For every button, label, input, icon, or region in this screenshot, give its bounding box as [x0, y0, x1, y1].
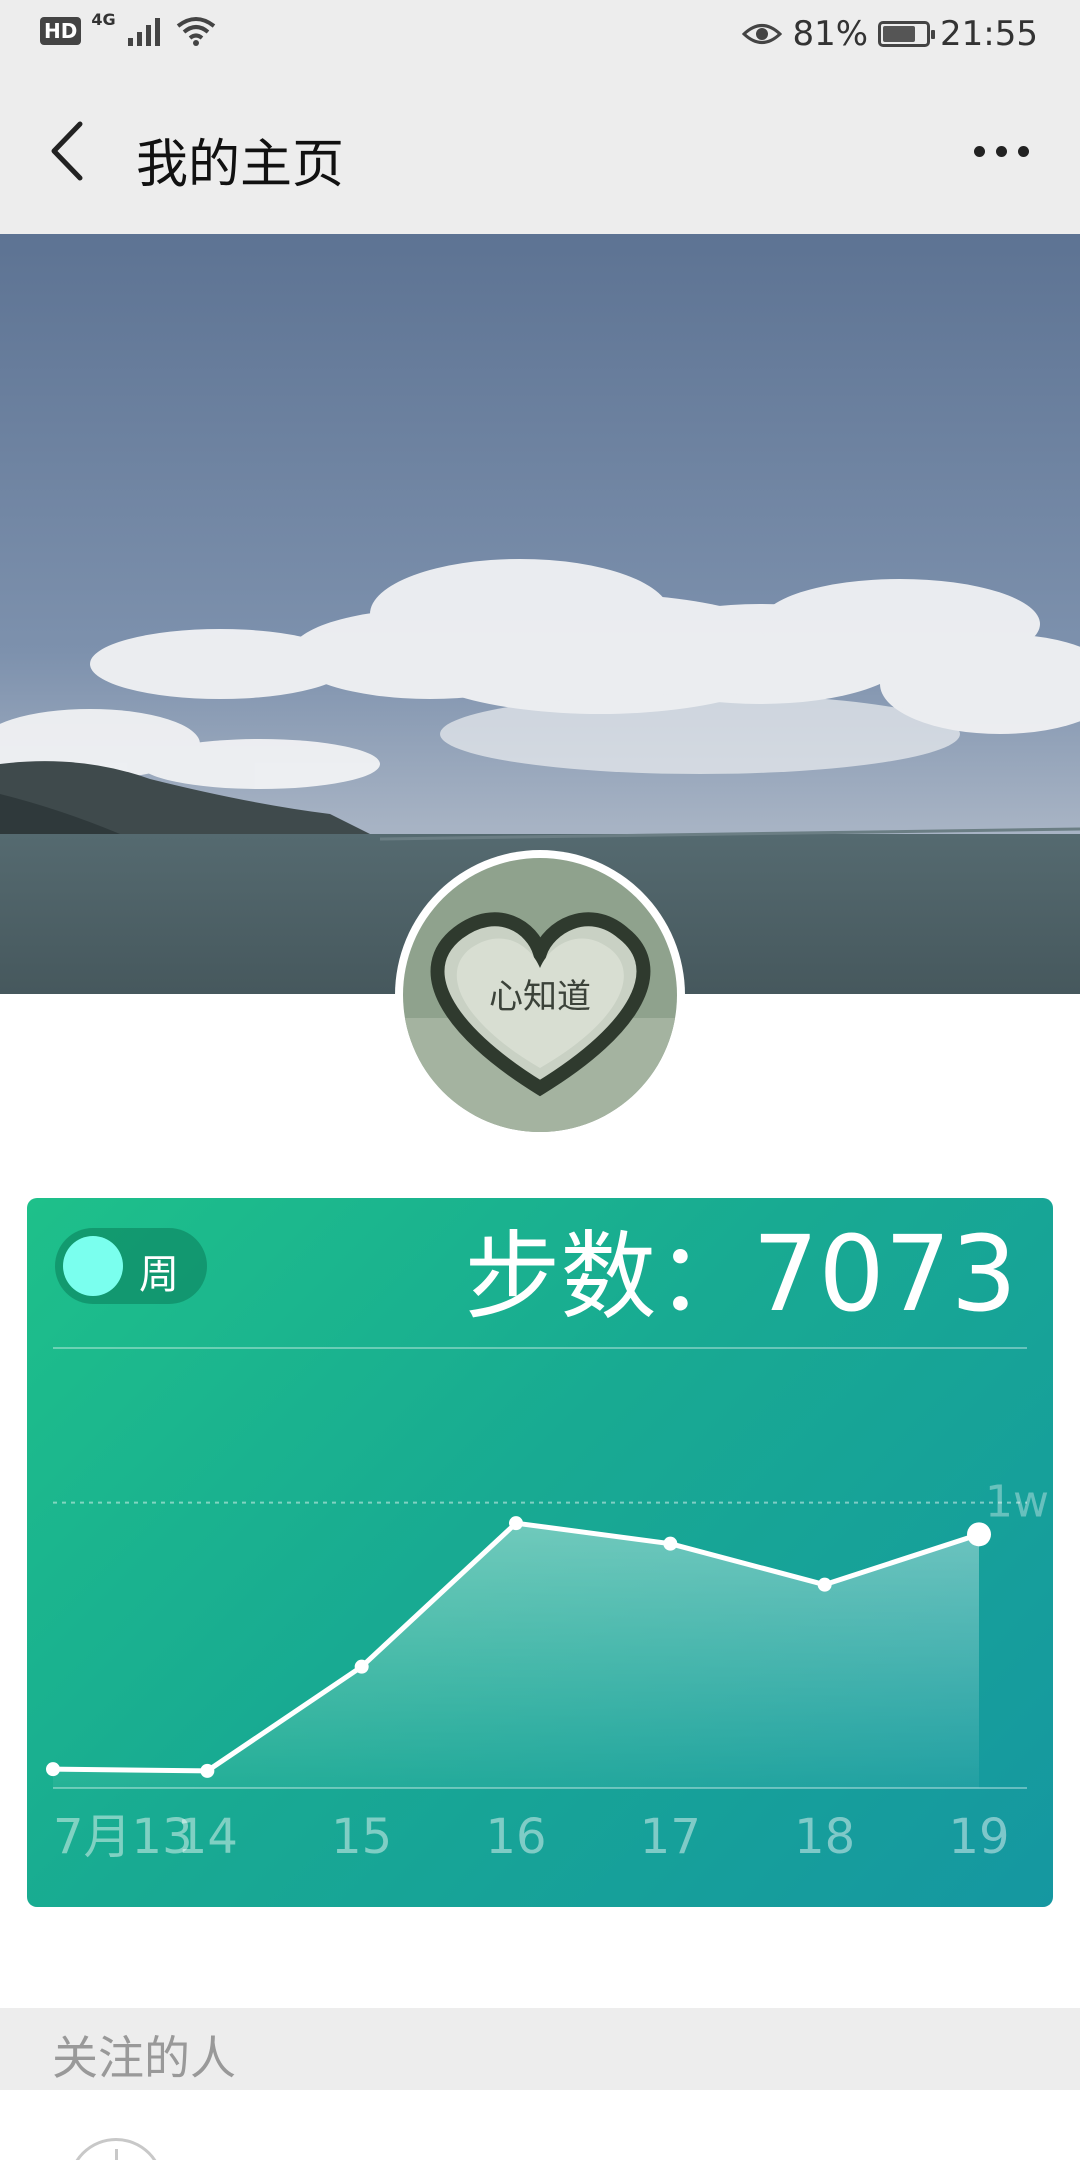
- network-type: 4G: [91, 9, 116, 29]
- hd-badge: HD: [40, 17, 82, 45]
- x-tick-label: 19: [948, 1809, 1009, 1865]
- series-area: [53, 1523, 979, 1788]
- data-point: [817, 1577, 832, 1592]
- avatar-text: 心知道: [489, 977, 591, 1017]
- following-title: 关注的人: [52, 2031, 236, 2085]
- following-header: 关注的人: [0, 2008, 1080, 2090]
- status-right: 81% 21:55: [742, 14, 1038, 54]
- add-follow-item[interactable]: [0, 2090, 1080, 2160]
- steps-card[interactable]: 周 步数：7073 1w 7月13 14 15 16 17 18 19: [27, 1198, 1053, 1907]
- battery-icon: [878, 21, 936, 47]
- x-tick-label: 14: [177, 1809, 238, 1865]
- nav-bar: 我的主页: [0, 72, 1080, 234]
- status-bar: HD 4G 81% 21:55: [0, 0, 1080, 72]
- data-point-highlight: [967, 1522, 991, 1547]
- more-button[interactable]: [962, 122, 1042, 178]
- more-dot: [996, 146, 1007, 157]
- back-button[interactable]: [44, 116, 94, 186]
- data-point: [354, 1659, 369, 1674]
- chart-layer: 1w 7月1314 15 16 17 18 19: [46, 1477, 1049, 1865]
- battery-fill: [883, 26, 916, 42]
- signal-icon: [127, 18, 160, 46]
- clock: 21:55: [940, 14, 1038, 54]
- chevron-left-icon: [51, 121, 83, 181]
- data-point: [200, 1763, 215, 1778]
- add-icon[interactable]: [68, 2138, 164, 2160]
- data-point: [663, 1536, 678, 1551]
- battery-percent: 81%: [792, 14, 869, 54]
- x-tick-label: 15: [331, 1809, 392, 1865]
- avatar-image: 心知道: [403, 858, 677, 1132]
- page-title: 我的主页: [136, 135, 345, 195]
- x-tick-label: 17: [640, 1809, 701, 1865]
- reference-line-label: 1w: [985, 1477, 1049, 1528]
- more-dot: [974, 146, 985, 157]
- wifi-icon: [176, 17, 215, 46]
- data-point: [46, 1762, 60, 1777]
- status-left: HD 4G: [40, 10, 216, 46]
- eye-icon: [742, 24, 783, 44]
- x-tick-label: 7月13: [53, 1809, 193, 1865]
- x-tick-label: 18: [794, 1809, 855, 1865]
- steps-chart: 1w 7月1314 15 16 17 18 19: [46, 1347, 1049, 1865]
- x-tick-label: 16: [485, 1809, 546, 1865]
- avatar[interactable]: 心知道: [395, 850, 685, 1140]
- data-point: [509, 1516, 523, 1531]
- more-dot: [1018, 146, 1029, 157]
